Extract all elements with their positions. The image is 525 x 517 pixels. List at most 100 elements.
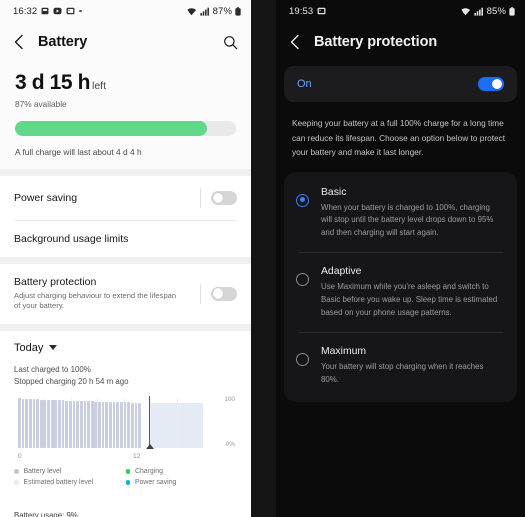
chart-bar bbox=[50, 400, 54, 448]
signal-icon bbox=[200, 7, 210, 16]
chart-bar bbox=[39, 399, 43, 448]
toggle-knob-2 bbox=[212, 288, 224, 300]
legend-swatch bbox=[14, 480, 19, 485]
option-adaptive-desc: Use Maximum while you're asleep and swit… bbox=[321, 282, 498, 317]
chart-bar bbox=[109, 401, 112, 448]
battery-protection-card: Battery protection Adjust charging behav… bbox=[0, 264, 251, 324]
legend-item-charging: Charging bbox=[125, 468, 238, 475]
chart-bar bbox=[76, 400, 79, 448]
chart-bar bbox=[54, 400, 58, 448]
option-basic-desc: When your battery is charged to 100%, ch… bbox=[321, 202, 494, 237]
remaining-time: 3 d 15 h left bbox=[15, 72, 236, 93]
option-basic-title: Basic bbox=[321, 186, 347, 198]
legend-item-power-saving: Power saving bbox=[125, 479, 238, 486]
battery-icon bbox=[509, 6, 515, 16]
radio-adaptive[interactable] bbox=[296, 273, 309, 287]
chevron-down-icon[interactable] bbox=[49, 345, 58, 350]
legend-swatch bbox=[14, 469, 19, 474]
chart-gridline bbox=[176, 398, 178, 448]
option-adaptive-title: Adaptive bbox=[321, 266, 362, 278]
today-card: Today Last charged to 100% Stopped charg… bbox=[0, 330, 251, 502]
gallery-icon bbox=[66, 7, 75, 15]
chart-bar bbox=[83, 401, 87, 448]
legend-label: Power saving bbox=[135, 479, 177, 486]
signal-icon bbox=[474, 7, 484, 16]
radio-basic[interactable] bbox=[296, 193, 309, 207]
legend-swatch bbox=[125, 480, 130, 485]
section-gap-3 bbox=[0, 323, 251, 331]
battery-screen: 16:32 87% Battery 3 d 15 h left 87% avai… bbox=[0, 0, 251, 517]
row-battery-protection[interactable]: Battery protection Adjust charging behav… bbox=[0, 264, 251, 324]
chart-bar bbox=[90, 401, 94, 448]
battery-icon bbox=[235, 6, 241, 16]
status-bar-left: 16:32 87% bbox=[0, 0, 251, 22]
row-divider-vertical bbox=[200, 188, 201, 208]
chart-bar bbox=[87, 401, 90, 448]
battery-progress-fill bbox=[15, 121, 208, 136]
option-basic[interactable]: Basic When your battery is charged to 10… bbox=[284, 174, 517, 253]
legend-item-battery-level: Battery level bbox=[14, 468, 126, 475]
row-background-usage-limits[interactable]: Background usage limits bbox=[0, 221, 251, 257]
status-time: 16:32 bbox=[13, 5, 38, 17]
chart-bar bbox=[98, 401, 101, 448]
gallery-icon bbox=[317, 7, 326, 15]
chart-legend: Battery level Estimated battery level Ch… bbox=[14, 468, 237, 494]
master-toggle[interactable] bbox=[478, 77, 504, 91]
section-gap-2 bbox=[0, 257, 251, 264]
chart-bar bbox=[134, 402, 138, 448]
legend-item-estimated-battery-level: Estimated battery level bbox=[14, 479, 126, 486]
battery-protection-master-row[interactable]: On bbox=[284, 66, 517, 102]
back-arrow-icon[interactable] bbox=[289, 34, 301, 50]
chart-bar bbox=[68, 400, 72, 448]
chart-bar bbox=[58, 400, 61, 448]
section-gap bbox=[0, 169, 251, 176]
chart-bar bbox=[28, 399, 32, 448]
battery-history-chart: 100 0% 0 12 bbox=[14, 396, 237, 460]
chart-xtick-12: 12 bbox=[133, 453, 141, 460]
chart-xtick-0: 0 bbox=[18, 453, 22, 460]
chart-bar bbox=[47, 399, 50, 448]
protection-options-card: Basic When your battery is charged to 10… bbox=[284, 171, 517, 402]
legend-swatch bbox=[125, 469, 130, 474]
chart-legend-col-2: Charging Power saving bbox=[125, 468, 238, 490]
today-dropdown[interactable]: Today bbox=[14, 342, 237, 354]
row-power-saving-label: Power saving bbox=[14, 192, 78, 204]
remaining-time-suffix: left bbox=[92, 80, 107, 92]
chart-bar bbox=[127, 402, 130, 448]
full-charge-note: A full charge will last about 4 d 4 h bbox=[15, 147, 142, 157]
chart-bar bbox=[36, 399, 39, 448]
chart-bar bbox=[130, 402, 134, 448]
status-bar-right: 19:53 85% bbox=[276, 0, 525, 22]
battery-protection-toggle[interactable] bbox=[211, 286, 237, 301]
status-time: 19:53 bbox=[289, 5, 314, 17]
chart-bar bbox=[138, 402, 141, 448]
chart-bar bbox=[65, 400, 69, 448]
screenshot-stage: 16:32 87% Battery 3 d 15 h left 87% avai… bbox=[0, 0, 525, 517]
chart-ytick-top: 100 bbox=[224, 396, 235, 403]
chart-legend-col-1: Battery level Estimated battery level bbox=[14, 468, 126, 490]
stopped-charging: Stopped charging 20 h 54 m ago bbox=[14, 376, 129, 386]
chart-bars bbox=[18, 398, 149, 448]
radio-maximum[interactable] bbox=[296, 353, 309, 367]
legend-label: Battery level bbox=[23, 468, 62, 475]
chart-ytick-bottom: 0% bbox=[225, 441, 235, 448]
legend-label: Estimated battery level bbox=[23, 479, 94, 486]
chart-bar bbox=[101, 401, 105, 448]
chart-bar bbox=[61, 400, 65, 448]
back-arrow-icon[interactable] bbox=[13, 34, 25, 50]
option-adaptive[interactable]: Adaptive Use Maximum while you're asleep… bbox=[284, 253, 517, 332]
battery-usage-label: Battery usage: 9% bbox=[0, 502, 251, 517]
master-toggle-label: On bbox=[297, 78, 312, 90]
protection-description: Keeping your battery at a full 100% char… bbox=[292, 118, 506, 158]
option-maximum-desc: Your battery will stop charging when it … bbox=[321, 362, 484, 385]
chart-bar bbox=[116, 402, 120, 448]
chart-now-marker bbox=[149, 396, 151, 448]
row-divider-vertical-2 bbox=[200, 283, 201, 304]
status-battery-percent: 87% bbox=[212, 5, 232, 17]
power-saving-toggle[interactable] bbox=[211, 191, 237, 205]
toggle-knob bbox=[491, 78, 503, 90]
option-maximum[interactable]: Maximum Your battery will stop charging … bbox=[284, 333, 517, 399]
row-power-saving[interactable]: Power saving bbox=[0, 176, 251, 220]
search-icon[interactable] bbox=[223, 35, 238, 50]
play-icon bbox=[53, 7, 62, 15]
